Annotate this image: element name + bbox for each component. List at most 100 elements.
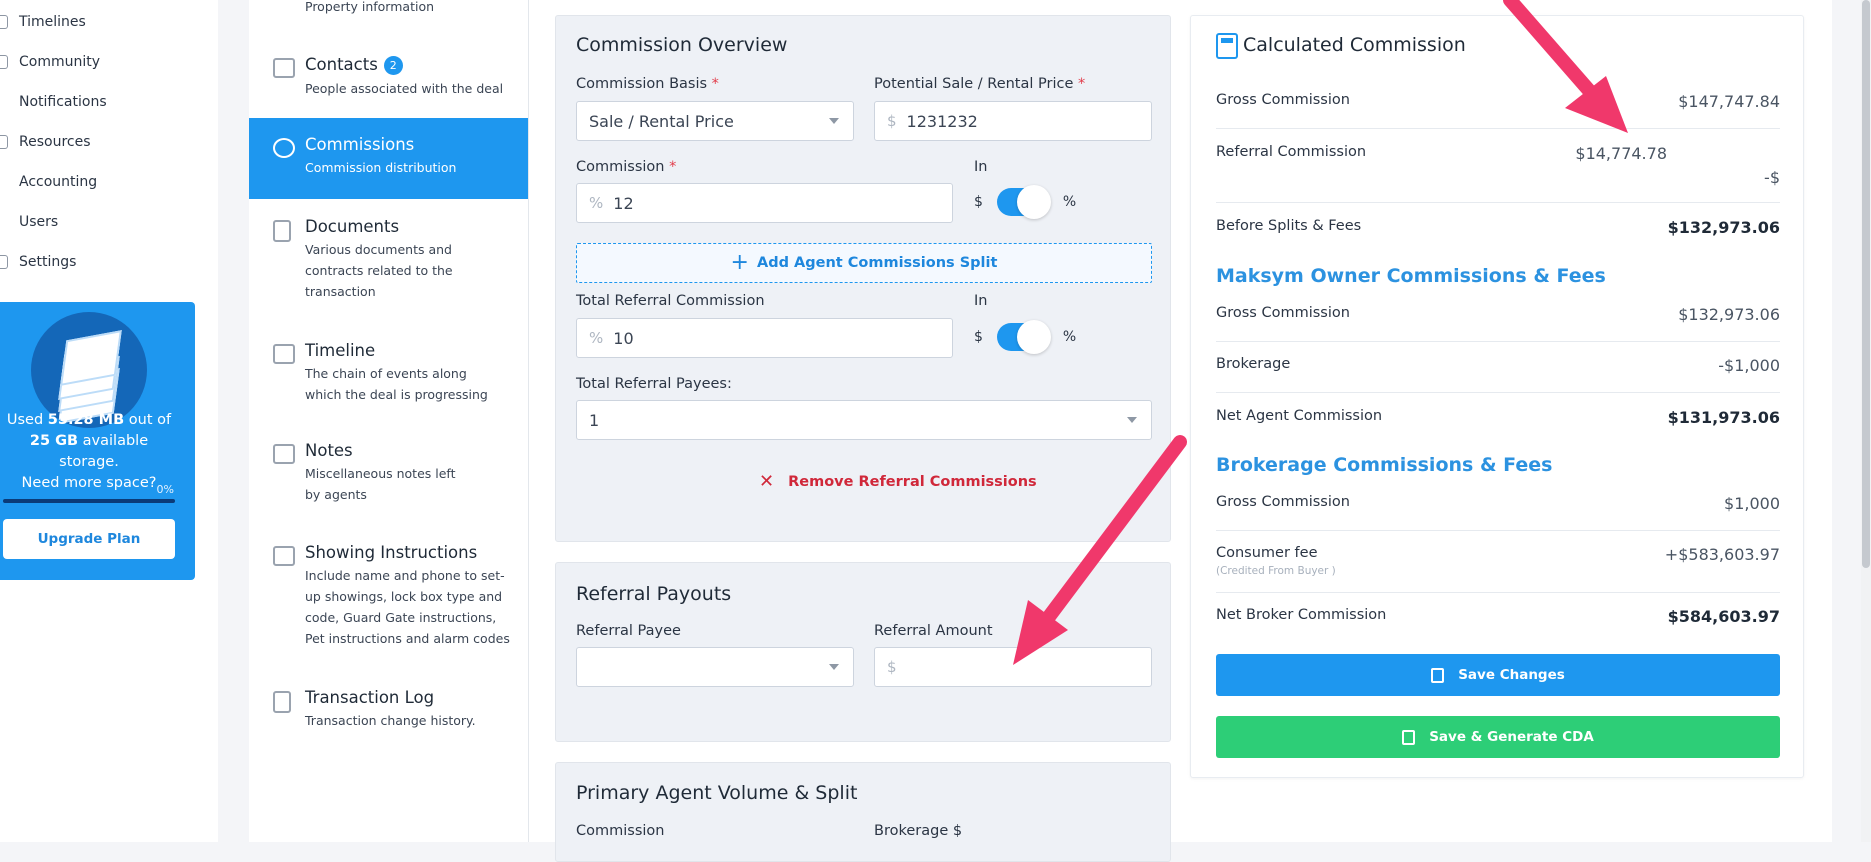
section-transaction-log[interactable]: Transaction Log Transaction change histo…: [249, 684, 528, 734]
price-input[interactable]: $ 1231232: [874, 101, 1152, 141]
in-label: In: [974, 293, 988, 309]
nav-item-settings[interactable]: Settings: [0, 244, 76, 280]
commission-basis-select[interactable]: Sale / Rental Price: [576, 101, 854, 141]
nav-item-users[interactable]: Users: [0, 204, 58, 240]
referral-amount-label: Referral Amount: [874, 623, 993, 639]
broker-gross-row: Gross Commission $1,000: [1216, 494, 1780, 518]
referral-payee-label: Referral Payee: [576, 623, 681, 639]
scrollbar-thumb[interactable]: [1862, 0, 1870, 568]
commissions-icon: [273, 138, 295, 158]
section-desc: Transaction change history.: [305, 713, 476, 728]
row-value-extra: -$: [1764, 168, 1780, 187]
section-desc: Commission distribution: [305, 160, 457, 175]
commission-label: Commission *: [576, 159, 677, 175]
row-label: Gross Commission: [1216, 494, 1350, 510]
settings-icon: [0, 255, 8, 269]
section-notes[interactable]: Notes Miscellaneous notes left by agents: [249, 438, 528, 508]
commission-input[interactable]: % 12: [576, 183, 953, 223]
nav-item-timelines[interactable]: Timelines: [0, 4, 86, 40]
deal-sections: Property information Contacts 2 People as…: [249, 0, 529, 842]
button-label: Remove Referral Commissions: [788, 473, 1037, 490]
section-showing-instructions[interactable]: Showing Instructions Include name and ph…: [249, 540, 528, 655]
timeline-icon: [273, 344, 295, 364]
page-scrollbar[interactable]: [1861, 0, 1871, 842]
select-value: 1: [589, 410, 600, 430]
referral-payees-select[interactable]: 1: [576, 400, 1152, 440]
in-label: In: [974, 159, 988, 175]
row-label: Before Splits & Fees: [1216, 218, 1362, 234]
row-value: -$1,000: [1718, 356, 1780, 375]
nav-item-community[interactable]: Community: [0, 44, 100, 80]
row-value: $1,000: [1724, 494, 1780, 513]
row-label: Brokerage: [1216, 356, 1291, 372]
row-label: Net Broker Commission: [1216, 607, 1387, 623]
row-value: +$583,603.97: [1664, 545, 1780, 564]
section-commissions[interactable]: Commissions Commission distribution: [249, 118, 528, 199]
divider: [1216, 530, 1780, 531]
card-title: Referral Payouts: [576, 583, 732, 605]
referral-unit-toggle[interactable]: [996, 320, 1051, 354]
referral-payee-select[interactable]: [576, 647, 854, 687]
section-desc: The chain of events along which the deal…: [305, 366, 488, 402]
brokerage-section-heading: Brokerage Commissions & Fees: [1216, 454, 1553, 476]
upgrade-plan-button[interactable]: Upgrade Plan: [3, 519, 175, 559]
select-value: Sale / Rental Price: [589, 111, 734, 131]
nav-item-resources[interactable]: Resources: [0, 124, 91, 160]
section-documents[interactable]: Documents Various documents and contract…: [249, 210, 528, 305]
nav-item-accounting[interactable]: Accounting: [0, 164, 97, 200]
document-icon: [1402, 729, 1416, 745]
nav-label: Accounting: [19, 174, 98, 190]
nav-item-notifications[interactable]: Notifications: [0, 84, 107, 120]
chevron-down-icon: [829, 664, 839, 670]
credited-note: (Credited From Buyer ): [1216, 565, 1336, 577]
brokerage-label: Brokerage $: [874, 823, 963, 839]
row-value: $132,973.06: [1678, 305, 1780, 324]
contacts-count-badge: 2: [383, 56, 403, 75]
row-label: Consumer fee: [1216, 545, 1318, 561]
net-agent-row: Net Agent Commission $131,973.06: [1216, 408, 1780, 432]
save-changes-button[interactable]: Save Changes: [1216, 654, 1780, 696]
row-value: $132,973.06: [1667, 218, 1780, 237]
section-desc: Include name and phone to set-up showing…: [305, 568, 510, 646]
dollar-option: $: [974, 329, 983, 345]
owner-section-heading: Maksym Owner Commissions & Fees: [1216, 265, 1606, 287]
add-agent-split-button[interactable]: + Add Agent Commissions Split: [576, 243, 1152, 283]
toggle-knob: [1016, 185, 1051, 219]
close-icon: ✕: [759, 471, 775, 492]
total-referral-label: Total Referral Commission: [576, 293, 765, 309]
row-label: Referral Commission: [1216, 144, 1367, 160]
percent-option: %: [1062, 329, 1077, 345]
save-generate-cda-button[interactable]: Save & Generate CDA: [1216, 716, 1780, 758]
section-property[interactable]: Property information: [249, 0, 528, 20]
chevron-down-icon: [1127, 417, 1137, 423]
nav-label: Notifications: [19, 94, 107, 110]
referral-amount-input[interactable]: $: [874, 647, 1152, 687]
row-label: Net Agent Commission: [1216, 408, 1383, 424]
storage-progress-bar: [3, 499, 175, 503]
referral-payouts-card: Referral Payouts Referral Payee Referral…: [555, 562, 1171, 742]
nav-label: Users: [19, 214, 59, 230]
remove-referral-button[interactable]: ✕ Remove Referral Commissions: [759, 471, 1037, 492]
calculated-commission-panel: Calculated Commission Gross Commission $…: [1190, 15, 1804, 778]
percent-option: %: [1062, 194, 1077, 210]
button-label: Save Changes: [1458, 667, 1565, 683]
section-title: Contacts 2: [305, 55, 403, 75]
section-timeline[interactable]: Timeline The chain of events along which…: [249, 336, 528, 406]
row-value: $147,747.84: [1678, 92, 1780, 111]
divider: [1216, 592, 1780, 593]
section-title: Commissions: [305, 135, 415, 154]
chevron-down-icon: [829, 118, 839, 124]
log-icon: [273, 691, 291, 713]
row-value: $584,603.97: [1667, 607, 1780, 626]
percent-prefix: %: [589, 329, 604, 347]
divider: [1216, 341, 1780, 342]
section-contacts[interactable]: Contacts 2 People associated with the dea…: [249, 48, 528, 110]
commission-unit-toggle[interactable]: [996, 185, 1051, 219]
divider: [1216, 202, 1780, 203]
timelines-icon: [0, 15, 8, 29]
section-title: Transaction Log: [305, 688, 435, 707]
dollar-prefix: $: [887, 112, 897, 130]
referral-commission-input[interactable]: % 10: [576, 318, 953, 358]
price-label: Potential Sale / Rental Price *: [874, 76, 1086, 92]
percent-prefix: %: [589, 194, 604, 212]
